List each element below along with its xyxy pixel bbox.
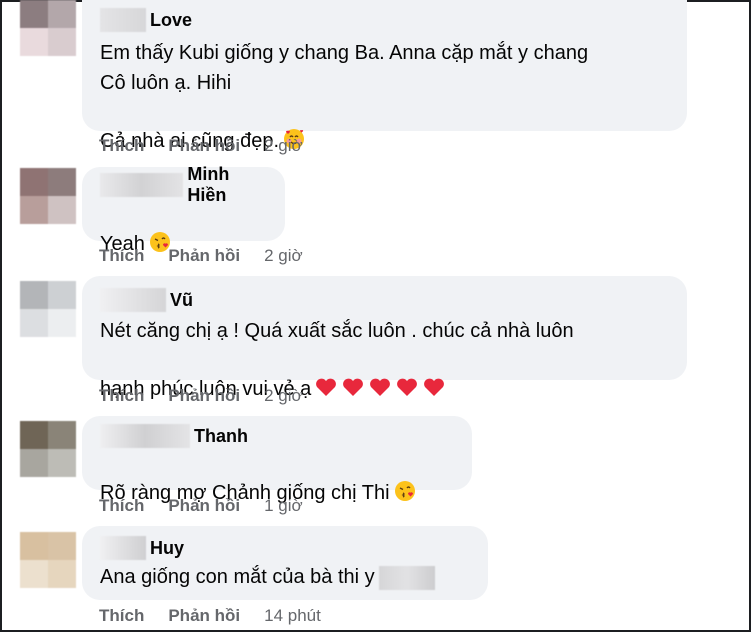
avatar[interactable] [20,0,76,56]
comment-bubble: Love Em thấy Kubi giống y chang Ba. Anna… [82,0,687,152]
reply-button[interactable]: Phản hồi [168,136,240,156]
comment-bubble: Huy Ana giống con mắt của bà thi y [82,526,488,600]
comment-timestamp[interactable]: 2 giờ [264,386,303,406]
comment-actions: Thích Phản hồi 2 giờ [99,246,303,266]
comment-timestamp[interactable]: 1 giờ [264,496,303,516]
reply-button[interactable]: Phản hồi [168,246,240,266]
redacted-text [378,565,435,590]
redacted-name [100,288,166,312]
redacted-name [100,173,184,197]
avatar[interactable] [20,421,76,477]
comment-text-content: Ana giống con mắt của bà thi y [100,566,375,588]
face-blowing-kiss-icon [394,450,416,511]
author-row: Love [100,8,669,32]
comment-author[interactable]: Minh Hiền [187,164,267,206]
comment-actions: Thích Phản hồi 2 giờ [99,136,303,156]
redacted-name [100,536,146,560]
comment-bubble: Vũ Nét căng chị ạ ! Quá xuất sắc luôn . … [82,276,687,400]
comment-author[interactable]: Love [150,10,192,31]
comment-timestamp[interactable]: 2 giờ [264,246,303,266]
comment-actions: Thích Phản hồi 14 phút [99,606,321,626]
comment-author[interactable]: Huy [150,538,184,559]
red-hearts-icon [315,346,445,407]
redacted-name [100,8,146,32]
redacted-name [100,424,190,448]
comment-bubble: Minh Hiền Yeah [82,164,285,255]
reply-button[interactable]: Phản hồi [168,606,240,626]
comment-text: Ana giống con mắt của bà thi y [100,562,470,592]
like-button[interactable]: Thích [99,136,144,156]
avatar[interactable] [20,532,76,588]
avatar[interactable] [20,168,76,224]
comment-timestamp[interactable]: 2 giờ [264,136,303,156]
reply-button[interactable]: Phản hồi [168,386,240,406]
comment-actions: Thích Phản hồi 2 giờ [99,386,303,406]
author-row: Minh Hiền [100,164,267,205]
author-row: Vũ [100,288,669,312]
avatar[interactable] [20,281,76,337]
author-row: Huy [100,536,470,560]
author-row: Thanh [100,424,454,448]
like-button[interactable]: Thích [99,246,144,266]
comment-bubble: Thanh Rõ ràng mợ Chảnh giống chị Thi [82,416,472,504]
comment-timestamp[interactable]: 14 phút [264,606,321,626]
like-button[interactable]: Thích [99,496,144,516]
comment-author[interactable]: Thanh [194,426,248,447]
comment-actions: Thích Phản hồi 1 giờ [99,496,303,516]
like-button[interactable]: Thích [99,606,144,626]
reply-button[interactable]: Phản hồi [168,496,240,516]
like-button[interactable]: Thích [99,386,144,406]
comment-author[interactable]: Vũ [170,290,193,311]
